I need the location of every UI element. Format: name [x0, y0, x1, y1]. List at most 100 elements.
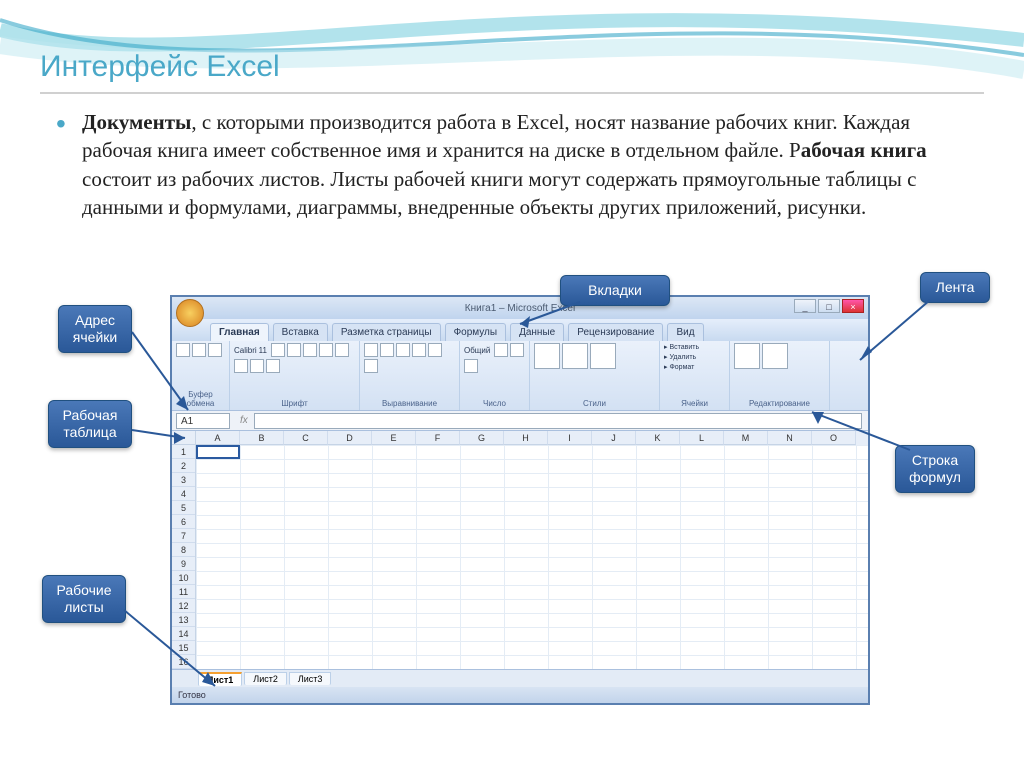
callout-cell-address: Адрес ячейки	[58, 305, 132, 353]
body-paragraph: Документы, с которыми производится работ…	[82, 108, 962, 221]
spreadsheet-grid: 1234567891011121314151617181920212223 AB…	[172, 431, 868, 669]
ribbon-tab[interactable]: Формулы	[445, 323, 507, 341]
ribbon-group-label: Редактирование	[734, 399, 825, 408]
maximize-button[interactable]: □	[818, 299, 840, 313]
column-header[interactable]: C	[284, 431, 328, 445]
ribbon-group: Calibri 11Шрифт	[230, 341, 360, 410]
ribbon-tabs: ГлавнаяВставкаРазметка страницыФормулыДа…	[172, 319, 868, 341]
cell-grid[interactable]	[196, 445, 868, 669]
row-headers: 1234567891011121314151617181920212223	[172, 431, 196, 669]
row-header[interactable]: 10	[172, 571, 195, 585]
row-header[interactable]: 15	[172, 641, 195, 655]
ribbon-tab[interactable]: Разметка страницы	[332, 323, 441, 341]
row-header[interactable]: 13	[172, 613, 195, 627]
column-header[interactable]: E	[372, 431, 416, 445]
status-bar: Готово	[172, 687, 868, 703]
ribbon-tab[interactable]: Рецензирование	[568, 323, 663, 341]
ribbon-button[interactable]	[192, 343, 206, 357]
ribbon-group-label: Ячейки	[664, 399, 725, 408]
minimize-button[interactable]: _	[794, 299, 816, 313]
ribbon-tab[interactable]: Данные	[510, 323, 564, 341]
ribbon-button[interactable]	[176, 343, 190, 357]
ribbon-group: Буфер обмена	[172, 341, 230, 410]
row-header[interactable]: 14	[172, 627, 195, 641]
row-header[interactable]: 6	[172, 515, 195, 529]
column-header[interactable]: A	[196, 431, 240, 445]
ribbon-button[interactable]	[396, 343, 410, 357]
ribbon-group-label: Шрифт	[234, 399, 355, 408]
ribbon-tab[interactable]: Главная	[210, 323, 269, 341]
close-button[interactable]: ×	[842, 299, 864, 313]
column-header[interactable]: N	[768, 431, 812, 445]
callout-worksheet: Рабочая таблица	[48, 400, 132, 448]
office-button[interactable]	[176, 299, 204, 327]
ribbon-group: Редактирование	[730, 341, 830, 410]
ribbon-button[interactable]	[364, 343, 378, 357]
row-header[interactable]: 3	[172, 473, 195, 487]
sheet-tab[interactable]: Лист3	[289, 672, 332, 685]
callout-formula-bar: Строка формул	[895, 445, 975, 493]
arrow-ribbon	[870, 300, 950, 380]
column-header[interactable]: G	[460, 431, 504, 445]
name-box[interactable]: A1	[176, 413, 230, 429]
ribbon-button[interactable]	[380, 343, 394, 357]
column-header[interactable]: H	[504, 431, 548, 445]
ribbon-button[interactable]	[762, 343, 788, 369]
ribbon-button[interactable]	[534, 343, 560, 369]
ribbon-button[interactable]	[562, 343, 588, 369]
ribbon-button[interactable]: ▸ Удалить	[664, 353, 696, 361]
row-header[interactable]: 1	[172, 445, 195, 459]
column-header[interactable]: J	[592, 431, 636, 445]
sheet-tab[interactable]: Лист2	[244, 672, 287, 685]
column-headers: ABCDEFGHIJKLMNO	[196, 431, 868, 445]
ribbon-button[interactable]	[734, 343, 760, 369]
ribbon-button[interactable]: ▸ Вставить	[664, 343, 699, 351]
titlebar: Книга1 – Microsoft Excel _ □ ×	[172, 297, 868, 319]
column-header[interactable]: F	[416, 431, 460, 445]
row-header[interactable]: 7	[172, 529, 195, 543]
sheet-tabs: Лист1Лист2Лист3	[172, 669, 868, 687]
column-header[interactable]: K	[636, 431, 680, 445]
row-header[interactable]: 2	[172, 459, 195, 473]
column-header[interactable]: B	[240, 431, 284, 445]
selected-cell[interactable]	[196, 445, 240, 459]
ribbon-group-label: Стили	[534, 399, 655, 408]
ribbon-group: Стили	[530, 341, 660, 410]
ribbon-group-label: Буфер обмена	[176, 390, 225, 408]
row-header[interactable]: 5	[172, 501, 195, 515]
row-header[interactable]: 9	[172, 557, 195, 571]
ribbon-button[interactable]	[364, 359, 378, 373]
column-header[interactable]: M	[724, 431, 768, 445]
ribbon-button[interactable]	[412, 343, 426, 357]
row-header[interactable]: 12	[172, 599, 195, 613]
callout-sheets: Рабочие листы	[42, 575, 126, 623]
formula-row: A1 fx	[172, 411, 868, 431]
ribbon-group: Выравнивание	[360, 341, 460, 410]
column-header[interactable]: O	[812, 431, 856, 445]
fx-label[interactable]: fx	[240, 415, 248, 426]
ribbon-group: ▸ Вставить ▸ Удалить ▸ Формат Ячейки	[660, 341, 730, 410]
ribbon-tab[interactable]: Вид	[667, 323, 703, 341]
formula-bar[interactable]	[254, 413, 862, 429]
ribbon-tab[interactable]: Вставка	[273, 323, 328, 341]
ribbon-button[interactable]	[590, 343, 616, 369]
ribbon-button[interactable]: ▸ Формат	[664, 363, 694, 371]
row-header[interactable]: 4	[172, 487, 195, 501]
ribbon-button[interactable]	[428, 343, 442, 357]
row-header[interactable]: 16	[172, 655, 195, 669]
row-header[interactable]: 8	[172, 543, 195, 557]
cells-area[interactable]: ABCDEFGHIJKLMNO	[196, 431, 868, 669]
callout-tabs: Вкладки	[560, 275, 670, 306]
ribbon: Буфер обмена Calibri 11ШрифтВыравниваниеО…	[172, 341, 868, 411]
sheet-tab[interactable]: Лист1	[198, 672, 242, 686]
column-header[interactable]: L	[680, 431, 724, 445]
ribbon-button[interactable]	[208, 343, 222, 357]
ribbon-group: ОбщийЧисло	[460, 341, 530, 410]
column-header[interactable]: I	[548, 431, 592, 445]
slide-title: Интерфейс Excel	[40, 50, 280, 84]
column-header[interactable]: D	[328, 431, 372, 445]
callout-ribbon: Лента	[920, 272, 990, 303]
ribbon-group-label: Число	[464, 399, 525, 408]
row-header[interactable]: 11	[172, 585, 195, 599]
window-buttons: _ □ ×	[794, 299, 864, 313]
